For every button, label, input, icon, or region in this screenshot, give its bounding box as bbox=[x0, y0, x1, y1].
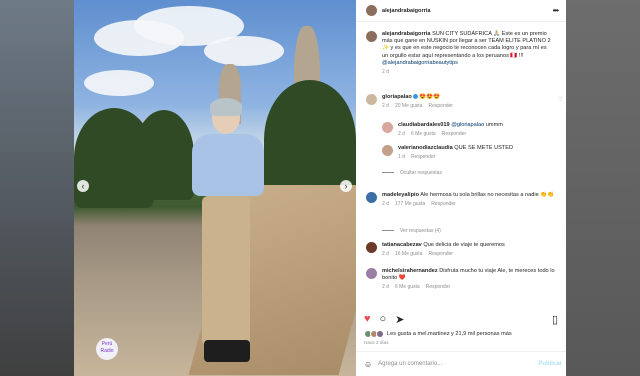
prev-arrow-icon[interactable]: ‹ bbox=[77, 180, 89, 192]
avatar[interactable] bbox=[366, 31, 377, 42]
cloud bbox=[204, 36, 284, 66]
add-comment-bar: ☺ Agrega un comentario... Publicar bbox=[356, 351, 566, 376]
share-icon[interactable]: ➤ bbox=[395, 313, 404, 326]
reply-button[interactable]: Responder bbox=[411, 154, 435, 160]
hide-replies-button[interactable]: Ocultar respuestas bbox=[382, 170, 448, 176]
comment-likes[interactable]: 6 Me gusta bbox=[411, 131, 436, 137]
comment: madeleyalipio Ale hermosa tu sola brilla… bbox=[366, 192, 566, 208]
avatar[interactable] bbox=[366, 5, 377, 16]
comment-username[interactable]: valerianodiazclaudia bbox=[398, 145, 453, 151]
reply-button[interactable]: Responder bbox=[442, 131, 466, 137]
caption-username[interactable]: alejandrabaigorria bbox=[382, 31, 431, 37]
comment-username[interactable]: madeleyalipio bbox=[382, 192, 419, 198]
person-pants bbox=[202, 196, 250, 346]
comment-text: QUE SE METE USTED bbox=[454, 145, 514, 151]
caption: alejandrabaigorria SUN CITY SUDÁFRICA 🙏🏼… bbox=[366, 31, 556, 76]
reply-button[interactable]: Responder bbox=[428, 103, 452, 109]
person-shirt bbox=[192, 134, 264, 196]
comment-likes[interactable]: 20 Me gusta bbox=[395, 103, 423, 109]
background-right bbox=[566, 0, 640, 376]
reply-button[interactable]: Responder bbox=[426, 284, 450, 290]
person-hat bbox=[210, 98, 242, 116]
avatar[interactable] bbox=[382, 122, 393, 133]
publish-button[interactable]: Publicar bbox=[538, 361, 562, 367]
comment-text: Que delicia de viaje te queremos bbox=[423, 242, 505, 248]
instagram-post: ‹ › Perú Radio alejandrabaigorria ••• al… bbox=[74, 0, 566, 376]
post-header: alejandrabaigorria ••• bbox=[356, 0, 566, 22]
comment-username[interactable]: gloriapalao bbox=[382, 94, 412, 100]
reply-button[interactable]: Responder bbox=[428, 251, 452, 257]
comment-likes[interactable]: 16 Me gusta bbox=[395, 251, 423, 257]
likes-text: Les gusta a mel.martinez y 21,9 mil pers… bbox=[387, 331, 512, 337]
comment-username[interactable]: michelsirahernandez bbox=[382, 268, 438, 274]
cloud bbox=[84, 70, 154, 96]
comment-input[interactable]: Agrega un comentario... bbox=[378, 361, 442, 367]
more-icon[interactable]: ••• bbox=[553, 6, 559, 15]
reply-comment: claudiabardales019 @gloriapalao ummm 2 d… bbox=[382, 122, 562, 138]
watermark-logo: Perú Radio bbox=[96, 338, 118, 360]
comments-panel: alejandrabaigorria ••• alejandrabaigorri… bbox=[356, 0, 566, 376]
reply-comment: valerianodiazclaudia QUE SE METE USTED 1… bbox=[382, 145, 562, 161]
comment-time: 2 d bbox=[398, 131, 405, 138]
caption-mention[interactable]: @alejandrabaigorriabeautytips bbox=[382, 60, 458, 66]
comment: tatianacabezav Que delicia de viaje te q… bbox=[366, 242, 566, 258]
like-comment-icon[interactable]: ♡ bbox=[558, 96, 563, 103]
comment-text: ummm bbox=[485, 122, 503, 128]
next-arrow-icon[interactable]: › bbox=[340, 180, 352, 192]
post-photo: ‹ › Perú Radio bbox=[74, 0, 356, 376]
background-left bbox=[0, 0, 74, 376]
comment-icon[interactable]: ○ bbox=[380, 313, 387, 325]
caption-time: 2 d bbox=[382, 69, 389, 76]
liker-avatars bbox=[364, 330, 384, 338]
avatar bbox=[376, 330, 384, 338]
comment-mention[interactable]: @gloriapalao bbox=[451, 122, 484, 128]
smile-icon[interactable]: ☺ bbox=[364, 360, 372, 369]
bookmark-icon[interactable]: ▯ bbox=[552, 313, 558, 326]
avatar[interactable] bbox=[366, 192, 377, 203]
comment-likes[interactable]: 177 Me gusta bbox=[395, 201, 425, 207]
avatar[interactable] bbox=[366, 268, 377, 279]
verified-icon bbox=[412, 94, 418, 100]
comment-username[interactable]: claudiabardales019 bbox=[398, 122, 450, 128]
comment-text: Ale hermosa tu sola brillas no necesitas… bbox=[420, 192, 555, 198]
tree bbox=[134, 110, 194, 200]
comment-likes[interactable]: 6 Me gusta bbox=[395, 284, 420, 290]
heart-icon[interactable]: ♥ bbox=[364, 313, 371, 325]
avatar[interactable] bbox=[366, 242, 377, 253]
author-username[interactable]: alejandrabaigorria bbox=[382, 8, 431, 14]
comment-text: 😍😍😍 bbox=[419, 94, 441, 100]
post-actions: ♥ ○ ➤ ▯ bbox=[364, 312, 558, 326]
comment-time: 2 d bbox=[382, 284, 389, 291]
posted-ago: Hace 2 días bbox=[364, 340, 389, 345]
reply-button[interactable]: Responder bbox=[431, 201, 455, 207]
avatar[interactable] bbox=[366, 94, 377, 105]
comment: michelsirahernandez Disfruta mucho tu vi… bbox=[366, 268, 566, 292]
comment-username[interactable]: tatianacabezav bbox=[382, 242, 422, 248]
comment-time: 2 d bbox=[382, 201, 389, 208]
comment-time: 2 d bbox=[382, 103, 389, 110]
person-boots bbox=[204, 340, 250, 362]
comment-time: 1 d bbox=[398, 154, 405, 161]
comment-time: 2 d bbox=[382, 251, 389, 258]
comment: gloriapalao 😍😍😍 2 d 20 Me gusta Responder … bbox=[366, 94, 566, 110]
view-replies-button[interactable]: Ver respuestas (4) bbox=[382, 228, 447, 234]
likes-summary[interactable]: Les gusta a mel.martinez y 21,9 mil pers… bbox=[364, 330, 512, 338]
avatar[interactable] bbox=[382, 145, 393, 156]
